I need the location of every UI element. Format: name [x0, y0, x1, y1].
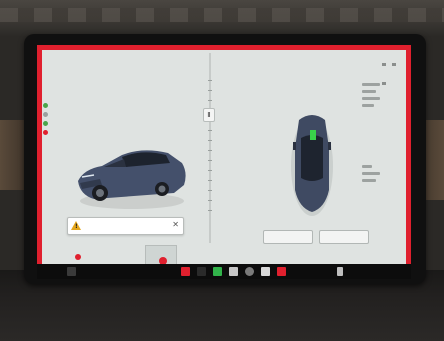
status-indicator — [392, 63, 397, 66]
park-button[interactable]: Ⅱ — [203, 108, 215, 122]
music-icon[interactable] — [181, 267, 190, 276]
fan-icon[interactable] — [277, 267, 286, 276]
indicator-icon — [43, 121, 48, 126]
alert-card[interactable]: ✕ — [67, 217, 184, 235]
calendar-icon[interactable] — [245, 267, 254, 276]
right-labels — [362, 165, 380, 186]
volume-icon[interactable] — [337, 267, 343, 276]
record-icon — [75, 254, 81, 260]
bottom-tag — [75, 253, 135, 263]
taskbar — [37, 264, 411, 279]
car-icon[interactable] — [67, 267, 76, 276]
car-side-view — [78, 150, 186, 209]
energy-icon[interactable] — [213, 267, 222, 276]
warning-triangle-icon — [71, 221, 81, 230]
camera-icon[interactable] — [229, 267, 238, 276]
garage-shelving — [0, 8, 444, 22]
right-labels — [362, 83, 380, 111]
action-pill[interactable] — [319, 230, 369, 244]
status-indicator — [382, 82, 386, 85]
phone-icon[interactable] — [197, 267, 206, 276]
app-launcher-icon[interactable] — [261, 267, 270, 276]
center-scale — [208, 80, 214, 220]
status-bar — [381, 51, 403, 85]
indicator-icon — [43, 112, 48, 117]
status-indicator — [382, 63, 386, 66]
indicator-icon — [43, 103, 48, 108]
action-pill[interactable] — [263, 230, 313, 244]
indicator-icon — [43, 130, 48, 135]
touchscreen: Ⅱ ! ✕ — [37, 45, 411, 267]
car-top-view — [291, 115, 333, 216]
left-indicator-column — [43, 103, 49, 139]
close-icon[interactable]: ✕ — [172, 221, 179, 229]
